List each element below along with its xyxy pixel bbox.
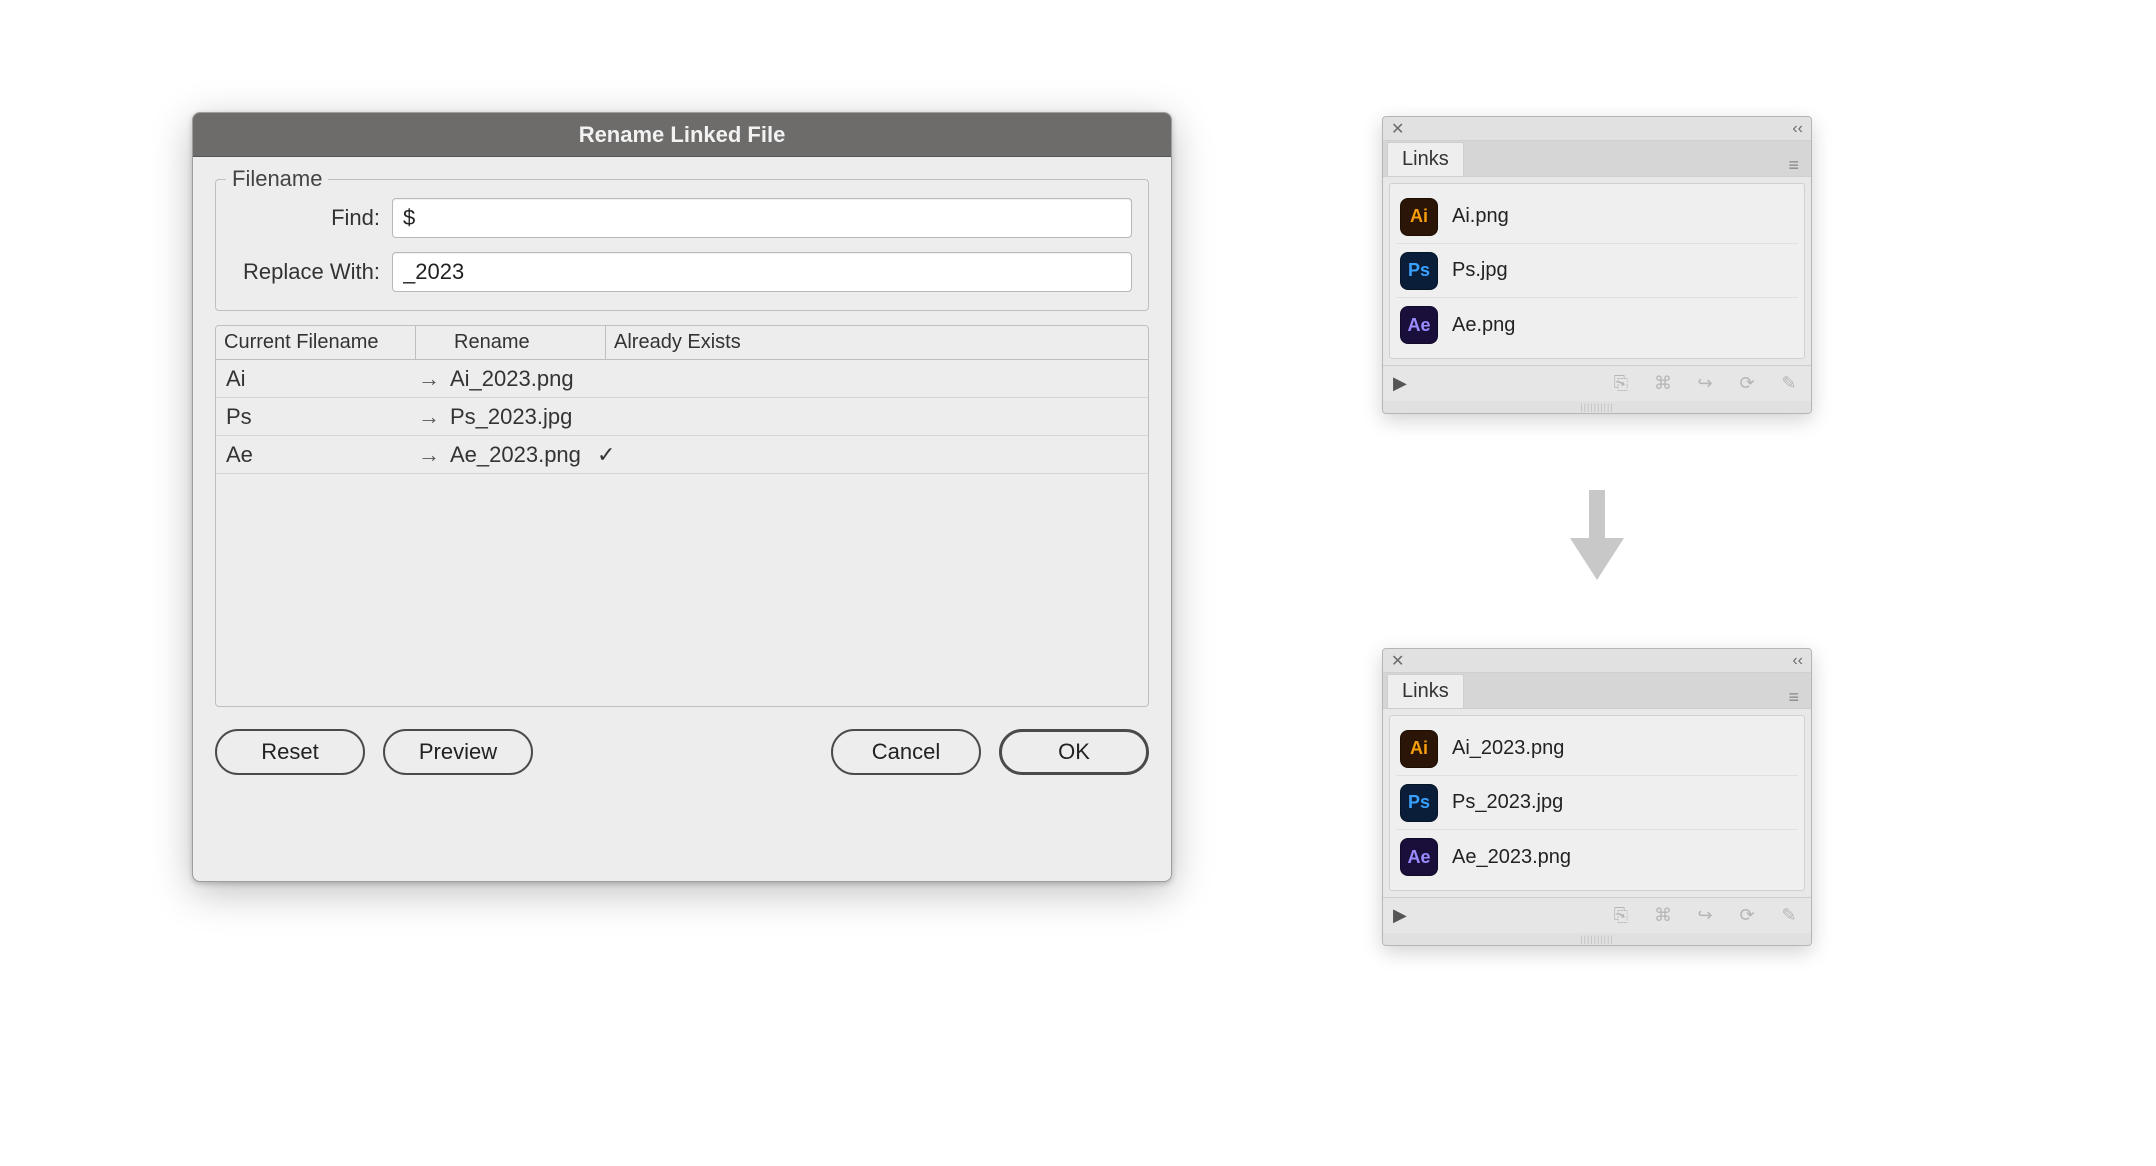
replace-input[interactable] <box>392 252 1132 292</box>
col-exists[interactable]: Already Exists <box>606 326 786 359</box>
col-rename[interactable]: Rename <box>446 326 606 359</box>
col-current[interactable]: Current Filename <box>216 326 416 359</box>
cell-current: Ai <box>220 366 412 392</box>
goto-link-icon[interactable]: ↪ <box>1693 373 1717 394</box>
aftereffects-icon: Ae <box>1400 838 1438 876</box>
cell-current: Ae <box>220 442 412 468</box>
links-list: Ai Ai.png Ps Ps.jpg Ae Ae.png <box>1389 183 1805 359</box>
panel-tabs: Links ≡ <box>1383 673 1811 709</box>
link-filename: Ai.png <box>1452 205 1509 228</box>
down-arrow-icon <box>1570 490 1624 585</box>
rename-text: Ai_2023.png <box>450 366 574 391</box>
cell-rename: Ps_2023.jpg <box>446 404 1144 430</box>
ok-button[interactable]: OK <box>999 729 1149 775</box>
relink-cc-icon[interactable]: ⎘ <box>1609 905 1633 926</box>
table-row[interactable]: Ai → Ai_2023.png <box>216 360 1148 398</box>
collapse-icon[interactable]: ‹‹ <box>1792 652 1803 670</box>
close-icon[interactable]: ✕ <box>1391 119 1404 139</box>
list-item[interactable]: Ae Ae.png <box>1396 298 1798 352</box>
rename-text: Ae_2023.png <box>450 442 581 467</box>
illustrator-icon: Ai <box>1400 198 1438 236</box>
panel-chrome: ✕ ‹‹ <box>1383 649 1811 673</box>
cell-current: Ps <box>220 404 412 430</box>
panel-footer: ▶ ⎘ ⌘ ↪ ⟳ ✎ <box>1383 365 1811 401</box>
dialog-body: Filename Find: Replace With: Current Fil… <box>193 157 1171 797</box>
table-header: Current Filename Rename Already Exists <box>216 326 1148 360</box>
replace-row: Replace With: <box>232 252 1132 292</box>
find-input[interactable] <box>392 198 1132 238</box>
update-icon[interactable]: ⟳ <box>1735 905 1759 926</box>
rename-table: Current Filename Rename Already Exists A… <box>215 325 1149 707</box>
table-rows: Ai → Ai_2023.png Ps → Ps_2023.jpg Ae → <box>216 360 1148 474</box>
cell-rename: Ai_2023.png <box>446 366 1144 392</box>
list-item[interactable]: Ps Ps_2023.jpg <box>1396 776 1798 830</box>
reset-button[interactable]: Reset <box>215 729 365 775</box>
goto-link-icon[interactable]: ↪ <box>1693 905 1717 926</box>
list-item[interactable]: Ai Ai.png <box>1396 190 1798 244</box>
edit-icon[interactable]: ✎ <box>1777 373 1801 394</box>
relink-cc-icon[interactable]: ⎘ <box>1609 373 1633 394</box>
tab-links[interactable]: Links <box>1387 142 1464 176</box>
button-row: Reset Preview Cancel OK <box>215 729 1149 775</box>
panel-chrome: ✕ ‹‹ <box>1383 117 1811 141</box>
update-icon[interactable]: ⟳ <box>1735 373 1759 394</box>
link-filename: Ae.png <box>1452 314 1515 337</box>
preview-button[interactable]: Preview <box>383 729 533 775</box>
cell-rename: Ae_2023.png ✓ <box>446 442 1144 468</box>
panel-footer: ▶ ⎘ ⌘ ↪ ⟳ ✎ <box>1383 897 1811 933</box>
link-filename: Ps_2023.jpg <box>1452 791 1563 814</box>
illustrator-icon: Ai <box>1400 730 1438 768</box>
fieldset-legend: Filename <box>226 166 328 192</box>
cancel-button[interactable]: Cancel <box>831 729 981 775</box>
find-label: Find: <box>232 205 392 231</box>
list-item[interactable]: Ai Ai_2023.png <box>1396 722 1798 776</box>
disclosure-icon[interactable]: ▶ <box>1393 373 1407 394</box>
filename-fieldset: Filename Find: Replace With: <box>215 179 1149 311</box>
rename-text: Ps_2023.jpg <box>450 404 572 429</box>
resize-grip[interactable]: |||||||||| <box>1383 401 1811 413</box>
table-row[interactable]: Ae → Ae_2023.png ✓ <box>216 436 1148 474</box>
arrow-icon: → <box>412 404 446 430</box>
photoshop-icon: Ps <box>1400 252 1438 290</box>
collapse-icon[interactable]: ‹‹ <box>1792 120 1803 138</box>
links-panel-after: ✕ ‹‹ Links ≡ Ai Ai_2023.png Ps Ps_2023.j… <box>1382 648 1812 946</box>
list-item[interactable]: Ae Ae_2023.png <box>1396 830 1798 884</box>
table-row[interactable]: Ps → Ps_2023.jpg <box>216 398 1148 436</box>
check-icon: ✓ <box>597 442 615 467</box>
replace-label: Replace With: <box>232 259 392 285</box>
arrow-icon: → <box>412 366 446 392</box>
link-icon[interactable]: ⌘ <box>1651 373 1675 394</box>
tab-links[interactable]: Links <box>1387 674 1464 708</box>
link-filename: Ae_2023.png <box>1452 846 1571 869</box>
close-icon[interactable]: ✕ <box>1391 651 1404 671</box>
disclosure-icon[interactable]: ▶ <box>1393 905 1407 926</box>
list-item[interactable]: Ps Ps.jpg <box>1396 244 1798 298</box>
link-filename: Ps.jpg <box>1452 259 1508 282</box>
find-row: Find: <box>232 198 1132 238</box>
panel-tabs: Links ≡ <box>1383 141 1811 177</box>
col-arrow <box>416 326 446 359</box>
links-list: Ai Ai_2023.png Ps Ps_2023.jpg Ae Ae_2023… <box>1389 715 1805 891</box>
aftereffects-icon: Ae <box>1400 306 1438 344</box>
photoshop-icon: Ps <box>1400 784 1438 822</box>
resize-grip[interactable]: |||||||||| <box>1383 933 1811 945</box>
panel-menu-icon[interactable]: ≡ <box>1780 687 1807 708</box>
link-icon[interactable]: ⌘ <box>1651 905 1675 926</box>
panel-menu-icon[interactable]: ≡ <box>1780 155 1807 176</box>
link-filename: Ai_2023.png <box>1452 737 1564 760</box>
links-panel-before: ✕ ‹‹ Links ≡ Ai Ai.png Ps Ps.jpg Ae Ae.p… <box>1382 116 1812 414</box>
edit-icon[interactable]: ✎ <box>1777 905 1801 926</box>
rename-dialog: Rename Linked File Filename Find: Replac… <box>192 112 1172 882</box>
arrow-icon: → <box>412 442 446 468</box>
dialog-title: Rename Linked File <box>193 113 1171 157</box>
